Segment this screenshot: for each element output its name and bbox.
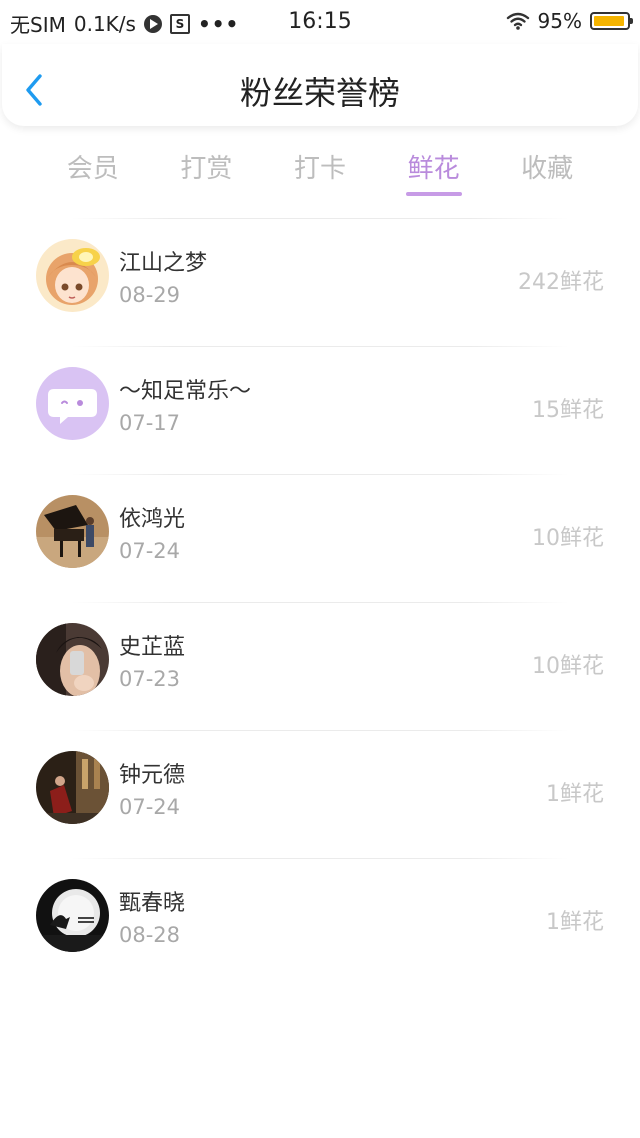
list-item[interactable]: 钟元德 07-24 1鲜花: [0, 731, 640, 858]
active-tab-indicator: [405, 192, 462, 196]
tab-label: 打卡: [293, 154, 346, 184]
tab-bar: 会员 打赏 打卡 鲜花 收藏: [36, 140, 604, 200]
tab-label: 收藏: [521, 154, 574, 184]
tab-label: 鲜花: [407, 154, 460, 184]
wifi-icon: [506, 12, 529, 30]
fan-date: 07-24: [119, 795, 181, 819]
fan-name: ～知足常乐～: [119, 379, 252, 404]
list-item[interactable]: 甄春晓 08-28 1鲜花: [0, 859, 640, 986]
battery-level: [594, 16, 625, 26]
street-photo-avatar: [36, 751, 109, 824]
fan-date: 08-29: [119, 283, 181, 307]
tab-checkin[interactable]: 打卡: [263, 140, 377, 200]
fan-list: 江山之梦 08-29 242鲜花 ～知足常乐～ 07-17 15鲜花 依鸿光 0…: [0, 218, 640, 986]
tab-favorites[interactable]: 收藏: [490, 140, 604, 200]
list-item[interactable]: 江山之梦 08-29 242鲜花: [0, 219, 640, 346]
fan-name: 江山之梦: [119, 251, 208, 276]
fan-date: 07-23: [119, 667, 181, 691]
selfie-photo-avatar: [36, 623, 109, 696]
moon-night-avatar: [36, 879, 109, 952]
piano-photo-avatar: [36, 495, 109, 568]
chat-bubble-avatar: [36, 367, 109, 440]
tab-label: 会员: [66, 154, 119, 184]
anime-girl-avatar: [36, 239, 109, 312]
screen: 无SIM 0.1K/s S ••• 16:15 95% 粉丝荣誉榜 会员 打赏 …: [0, 0, 640, 1138]
fan-name: 依鸿光: [119, 507, 186, 532]
list-item[interactable]: 史芷蓝 07-23 10鲜花: [0, 603, 640, 730]
list-item[interactable]: ～知足常乐～ 07-17 15鲜花: [0, 347, 640, 474]
battery-percent: 95%: [537, 9, 582, 33]
flower-count: 242鲜花: [518, 270, 604, 295]
tab-tips[interactable]: 打赏: [150, 140, 264, 200]
status-right: 95%: [506, 9, 633, 33]
fan-date: 08-28: [119, 923, 181, 947]
flower-count: 10鲜花: [532, 526, 604, 551]
flower-count: 10鲜花: [532, 654, 604, 679]
flower-count: 15鲜花: [532, 398, 604, 423]
fan-date: 07-24: [119, 539, 181, 563]
fan-name: 史芷蓝: [119, 635, 186, 660]
list-item[interactable]: 依鸿光 07-24 10鲜花: [0, 475, 640, 602]
nav-bar: 粉丝荣誉榜: [2, 44, 638, 126]
page-title: 粉丝荣誉榜: [239, 74, 400, 112]
battery-icon: [590, 12, 633, 30]
fan-name: 钟元德: [119, 763, 186, 788]
fan-name: 甄春晓: [119, 891, 186, 916]
status-bar: 无SIM 0.1K/s S ••• 16:15 95%: [0, 0, 640, 44]
flower-count: 1鲜花: [546, 910, 604, 935]
tab-label: 打赏: [180, 154, 233, 184]
fan-date: 07-17: [119, 411, 181, 435]
flower-count: 1鲜花: [546, 782, 604, 807]
tab-flowers[interactable]: 鲜花: [377, 140, 491, 200]
tab-members[interactable]: 会员: [36, 140, 150, 200]
